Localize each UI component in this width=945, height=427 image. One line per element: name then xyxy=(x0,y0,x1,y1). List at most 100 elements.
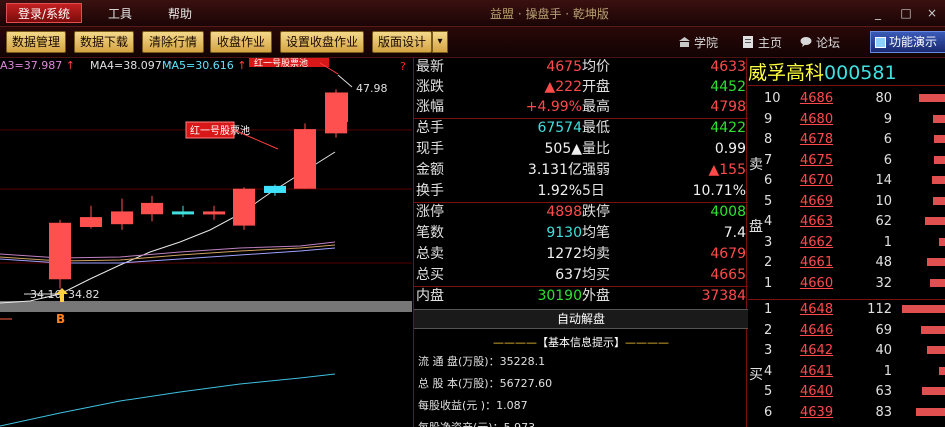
bid-price[interactable]: 4639 xyxy=(800,403,833,422)
title-bar: 登录/系统 工具 帮助 益盟 · 操盘手 · 乾坤版 _ □ × xyxy=(0,0,945,27)
ask-volume-bar xyxy=(939,237,945,246)
close-price-label: 34.82 xyxy=(68,288,100,301)
quote-value-2: 7.4 xyxy=(723,225,746,241)
bid-row[interactable]: 1 4648 112 xyxy=(748,300,945,319)
clear-quotes-button[interactable]: 清除行情 xyxy=(142,31,204,53)
bid-price[interactable]: 4640 xyxy=(800,382,833,401)
ask-price[interactable]: 4662 xyxy=(800,233,833,252)
quote-label: 总卖 xyxy=(416,246,444,262)
feature-demo-button[interactable]: 功能演示 xyxy=(870,31,945,53)
bid-level: 4 xyxy=(764,363,773,379)
low-price-label: 34.16 xyxy=(30,288,62,301)
data-download-button[interactable]: 数据下载 xyxy=(74,31,134,53)
ask-row[interactable]: 8 4678 6 xyxy=(748,130,945,149)
candle-body xyxy=(172,211,194,215)
quote-value: 4898 xyxy=(546,204,582,220)
bid-price[interactable]: 4648 xyxy=(800,300,833,319)
bid-row[interactable]: 3 4642 40 xyxy=(748,341,945,360)
quote-value-2: 4798 xyxy=(710,99,746,115)
candle-body xyxy=(294,129,316,189)
high-label-pointer xyxy=(337,74,353,88)
quote-label-2: 开盘 xyxy=(582,79,610,95)
ask-price[interactable]: 4678 xyxy=(800,130,833,149)
quote-value-2: 4665 xyxy=(710,267,746,283)
quote-label: 总买 xyxy=(416,267,444,283)
ask-volume: 14 xyxy=(875,173,892,188)
ask-row[interactable]: 4 4663 62 xyxy=(748,212,945,231)
chart-canvas: 47.9834.16 34.82红一号股票池红一号股票池B xyxy=(0,58,412,427)
ask-level: 8 xyxy=(764,132,773,147)
ask-row[interactable]: 7 4675 6 xyxy=(748,151,945,170)
quote-divider xyxy=(414,118,748,119)
bid-price[interactable]: 4641 xyxy=(800,362,833,381)
bid-price[interactable]: 4642 xyxy=(800,341,833,360)
quote-label-2: 均价 xyxy=(582,59,610,75)
ask-price[interactable]: 4663 xyxy=(800,212,833,231)
auto-analysis-tab[interactable]: 自动解盘 xyxy=(414,309,748,329)
home-link[interactable]: 主页 xyxy=(742,35,782,51)
ask-price[interactable]: 4675 xyxy=(800,151,833,170)
quote-label-2: 强弱 xyxy=(582,162,610,178)
candle-body xyxy=(325,92,348,122)
bid-level: 2 xyxy=(764,322,773,338)
ask-row[interactable]: 3 4662 1 xyxy=(748,233,945,252)
ask-price[interactable]: 4686 xyxy=(800,89,833,108)
stock-name: 威孚高科 xyxy=(748,62,825,84)
academy-link[interactable]: 学院 xyxy=(678,35,718,51)
quote-row: 金额 3.131亿 强弱 ▲155 xyxy=(414,161,748,180)
close-job-button[interactable]: 收盘作业 xyxy=(210,31,272,53)
menu-help[interactable]: 帮助 xyxy=(160,4,200,24)
quote-value-2: 4633 xyxy=(710,59,746,75)
annotation-label-mid: 红一号股票池 xyxy=(190,124,250,137)
kline-chart[interactable]: A3=37.987 ↑ MA4=38.097 ↑ MA5=30.616 ↑ ? … xyxy=(0,58,412,427)
quote-row: 内盘 30190 外盘 37384 xyxy=(414,287,748,306)
ask-row[interactable]: 2 4661 48 xyxy=(748,253,945,272)
app-title: 益盟 · 操盘手 · 乾坤版 xyxy=(490,7,609,21)
quote-label: 换手 xyxy=(416,183,444,199)
menu-tools[interactable]: 工具 xyxy=(100,4,140,24)
bid-level: 3 xyxy=(764,343,773,358)
bid-row[interactable]: 2 4646 69 xyxy=(748,321,945,340)
ask-price[interactable]: 4680 xyxy=(800,110,833,129)
quote-row: 现手 505▲ 量比 0.99 xyxy=(414,140,748,159)
ask-level: 1 xyxy=(764,275,773,291)
quote-row: 总手 67574 最低 4422 xyxy=(414,119,748,138)
quote-divider xyxy=(414,202,748,203)
ask-row[interactable]: 5 4669 10 xyxy=(748,192,945,211)
quote-label-2: 最低 xyxy=(582,120,610,136)
book-divider xyxy=(748,299,945,300)
layout-design-button[interactable]: 版面设计 xyxy=(372,31,432,53)
quote-label: 涨幅 xyxy=(416,99,444,115)
candle-body xyxy=(233,188,255,226)
bid-row[interactable]: 6 4639 83 xyxy=(748,403,945,422)
bid-row[interactable]: 5 4640 63 xyxy=(748,382,945,401)
quote-label-2: 均买 xyxy=(582,267,610,283)
set-close-job-button[interactable]: 设置收盘作业 xyxy=(280,31,364,53)
bid-row[interactable]: 4 4641 1 xyxy=(748,362,945,381)
maximize-button[interactable]: □ xyxy=(900,7,912,19)
info-bvps: 每股净资产(元)：5.973 xyxy=(418,419,535,427)
info-total-shares: 总 股 本(万股)：56727.60 xyxy=(418,377,553,390)
forum-link[interactable]: 论坛 xyxy=(800,35,840,51)
ask-price[interactable]: 4669 xyxy=(800,192,833,211)
ask-price[interactable]: 4660 xyxy=(800,274,833,293)
data-management-button[interactable]: 数据管理 xyxy=(6,31,66,53)
quote-panel: 最新 4675 均价 4633 涨跌 ▲222 开盘 4452 涨幅 +4.99% 最高 4798 总手… xyxy=(413,58,748,427)
ask-price[interactable]: 4670 xyxy=(800,171,833,190)
bid-volume: 112 xyxy=(867,302,892,317)
quote-value: 1272 xyxy=(546,246,582,262)
ask-row[interactable]: 10 4686 80 xyxy=(748,89,945,108)
minimize-button[interactable]: _ xyxy=(872,7,884,19)
ask-price[interactable]: 4661 xyxy=(800,253,833,272)
layout-dropdown-button[interactable]: ▾ xyxy=(432,31,448,53)
bid-price[interactable]: 4646 xyxy=(800,321,833,340)
ask-row[interactable]: 6 4670 14 xyxy=(748,171,945,190)
candle-body xyxy=(264,185,286,193)
menu-login-system[interactable]: 登录/系统 xyxy=(6,3,82,23)
close-button[interactable]: × xyxy=(926,7,938,19)
ask-row[interactable]: 9 4680 9 xyxy=(748,110,945,129)
quote-value-2: 4452 xyxy=(710,79,746,95)
quote-divider xyxy=(414,286,748,287)
bid-volume-bar xyxy=(927,346,945,354)
ask-row[interactable]: 1 4660 32 xyxy=(748,274,945,293)
